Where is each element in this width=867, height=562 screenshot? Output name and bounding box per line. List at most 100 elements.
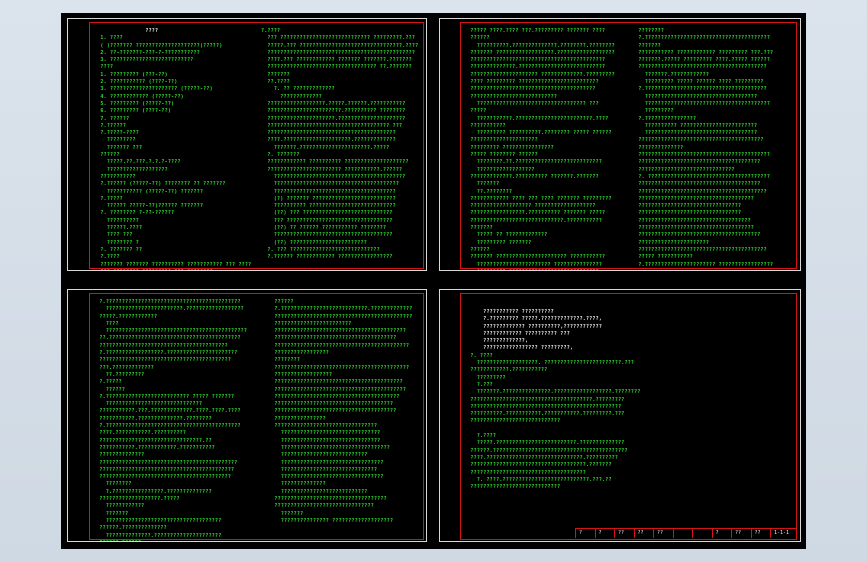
- text-line: ??????: [94, 152, 120, 159]
- text-line: ??????????????: [268, 481, 326, 488]
- text-line: (??) ??? ????????????????????????????: [261, 210, 393, 217]
- text-line: ?????????????????????: [464, 137, 538, 144]
- text-line: ??????????.??????????????.????????.?????…: [464, 42, 615, 49]
- text-line: ????????????????????????????????????????…: [93, 357, 232, 364]
- sheet-bottom-right[interactable]: ??????????? ?????????? ?.????????? ?????…: [439, 289, 801, 542]
- sheet-top-right[interactable]: ????? ????.???? ???.????????? ??????? ??…: [439, 18, 801, 271]
- drawing-canvas[interactable]: ???? 1. ???? ( )??????? ????????????????…: [61, 13, 806, 549]
- text-line: ???????????????????????????????????????: [268, 393, 400, 400]
- text-line: ??.????: [261, 79, 290, 86]
- text-line: ?????????: [632, 108, 674, 115]
- text-line: ??????????????????????????????: [268, 466, 378, 473]
- text-line: 6. ????????? (????-??): [94, 108, 172, 115]
- text-line: ?.????????????????: [632, 115, 697, 122]
- text-line: ?????????????????????.??????????????????…: [261, 115, 406, 122]
- text-line: ????????? ??????????.???????? ????? ????…: [464, 130, 612, 137]
- text-line: ??????? ??????? ?????????? ??????????? ?…: [94, 261, 252, 268]
- text-line: ????????????????????? ?????????????.????…: [464, 71, 615, 78]
- text-column-left: ????? ????.???? ???.????????? ??????? ??…: [464, 28, 624, 270]
- text-line: ??????: [268, 299, 294, 305]
- text-line: 2. ??-???????-???-?-???????????: [94, 49, 200, 56]
- text-line: ???????.???????????????.????????????????…: [464, 389, 641, 396]
- text-line: ???????.??????????????????????.?????: [261, 144, 390, 151]
- text-line: ???????.????????????: [632, 71, 710, 78]
- text-line: ???????: [632, 42, 661, 49]
- text-line: ??????: [464, 35, 490, 42]
- sheet-bottom-left[interactable]: ?.??????????????????????????????????????…: [67, 289, 427, 542]
- text-line: ???????????: [464, 122, 506, 129]
- text-line: ????? ???????????: [632, 254, 693, 261]
- text-line: ??????.??????: [93, 540, 263, 541]
- text-line: ??????????????????????????????: [93, 401, 203, 408]
- text-line: ????????????????????????????: [464, 484, 561, 491]
- text-line: ???????????????????????????????????: [268, 496, 387, 503]
- text-line: ??????????????.?????????????????????????…: [464, 64, 606, 71]
- text-line: ??.?????????????????????????????????????…: [93, 335, 241, 342]
- text-line: ????????????????????????: [268, 320, 352, 327]
- text-line: ??? ?????????????????????????????????: [261, 217, 393, 224]
- text-line: ????????????????????????????????????????…: [268, 364, 410, 371]
- text-line: (?) ??????? ??????????????????????????: [261, 195, 396, 202]
- text-line: ???????.????? ????????? ????.????? ?????…: [632, 57, 771, 64]
- text-line: ?.????: [464, 433, 497, 440]
- text-column: ??????????? ?????????? ?.????????? ?????…: [464, 309, 684, 491]
- text-line: ???????????????????????.?????????? ?????…: [261, 108, 406, 115]
- text-line: ?????????????????????????????????????? ?…: [261, 122, 403, 129]
- text-line: ????????: [268, 357, 301, 364]
- text-line: ?. ????: [464, 352, 493, 359]
- text-line: ????????????????????????????????????????: [261, 130, 396, 137]
- text-line: ??????????????????????? ???????????.????…: [261, 166, 403, 173]
- text-column-left: ???? 1. ???? ( )??????? ????????????????…: [94, 28, 254, 270]
- text-line: ??????????? ???????????? ????????? ???.?…: [632, 49, 774, 56]
- text-line: (??) ?? ?????? ??????????? ????????: [261, 225, 387, 232]
- text-line: ?????????????????????????????????? ??.??…: [261, 64, 412, 71]
- text-line: ????????????????????????????????????: [93, 517, 222, 524]
- text-line: ??????????????????????????????????????.?…: [464, 396, 625, 403]
- text-line: ???????????.????????????.???????????: [93, 444, 215, 451]
- text-line: ????????????????????????????????????????…: [268, 386, 407, 393]
- text-line: ?.????????????????.??????????????: [93, 488, 212, 495]
- text-line: ????: [94, 28, 159, 34]
- text-line: ?.???: [464, 381, 493, 388]
- text-line: ?.????: [261, 28, 281, 34]
- title-block-cell: ??: [633, 529, 654, 538]
- text-line: ????????????????????????????????????: [464, 469, 586, 476]
- text-line: ??????????????????????????????????????: [268, 335, 397, 342]
- text-line: ?.????: [94, 254, 123, 261]
- text-line: ??????? ?????????????????????? ?????????…: [464, 254, 606, 261]
- text-line: ???????????: [94, 173, 136, 180]
- text-line: 1. ????????? (???-??): [94, 71, 168, 78]
- text-line: ????????????????: [268, 415, 326, 422]
- text-line: ??????: [93, 386, 126, 393]
- title-block-cell: [672, 529, 693, 538]
- text-line: ???????? ?: [94, 239, 139, 246]
- text-line: ???????????????????.?????: [93, 496, 180, 503]
- text-line: 3. ??????????????????????????: [94, 57, 194, 64]
- text-line: ????????????????????????????????????????…: [464, 57, 606, 64]
- text-line: ???????????????????????????????: [268, 503, 374, 510]
- text-line: ??????????? ??????????: [464, 309, 554, 315]
- text-line: ????????????????????????????????????????…: [93, 466, 235, 473]
- text-line: ?.?????: [94, 195, 123, 202]
- text-line: ???????: [464, 225, 493, 232]
- text-line: ?????????? ???????????????????????????: [261, 203, 396, 210]
- text-line: ??????????????????????????????????????: [632, 159, 761, 166]
- text-line: ?.??????????????????.???????????????????…: [93, 350, 238, 357]
- title-block-cell: ??: [750, 529, 771, 538]
- text-line: ?. ??? ????????????????????????????: [261, 246, 380, 253]
- text-line: ????: [94, 64, 114, 71]
- sheet-top-left[interactable]: ???? 1. ???? ( )??????? ????????????????…: [67, 18, 427, 271]
- text-line: ???????????????????????????: [268, 488, 368, 495]
- text-line: ?????????????,: [464, 338, 529, 345]
- text-line: ??????????????????: [464, 166, 535, 173]
- text-line: ?.??????????????????????????????????????…: [93, 299, 241, 305]
- text-line: ??? ???????????????????????????? ???????…: [261, 35, 416, 42]
- text-line: ????????????????????????????????????????: [632, 64, 767, 71]
- text-line: ???????????????????????????????????????: [632, 100, 771, 107]
- text-line: ????????????????????????????????????????…: [93, 474, 232, 481]
- text-line: ???????????????????. ???????????????????…: [464, 360, 635, 367]
- text-line: ??????????????????????????????????????: [632, 232, 761, 239]
- text-line: ?????: [464, 108, 487, 115]
- text-column-left: ?.??????????????????????????????????????…: [93, 299, 263, 541]
- text-line: ??????.????: [94, 225, 143, 232]
